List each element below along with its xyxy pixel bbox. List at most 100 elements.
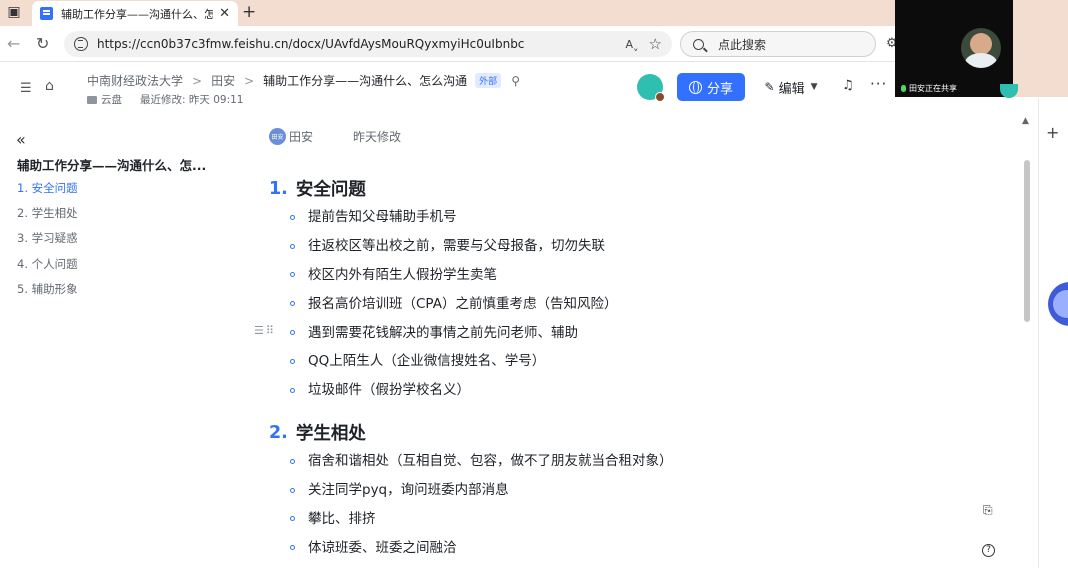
address-bar[interactable]: https://ccn0b37c3fmw.feishu.cn/docx/UAvf… [64, 31, 672, 57]
list-item-text: 宿舍和谐相处（互相自觉、包容，做不了朋友就当合租对象） [308, 453, 673, 470]
tab-strip-extension [1013, 0, 1068, 97]
breadcrumb-item[interactable]: 田安 [211, 72, 235, 89]
list-item-text: 垃圾邮件（假扮学校名义） [308, 382, 470, 399]
heading-number: 2. [269, 422, 288, 443]
toc-list: 1. 安全问题 2. 学生相处 3. 学习疑惑 4. 个人问题 5. 辅助形象 [17, 180, 78, 306]
toc-item[interactable]: 4. 个人问题 [17, 256, 78, 281]
external-badge: 外部 [475, 73, 502, 88]
bullet-icon [290, 301, 295, 307]
webcam-label-text: 田安正在共享 [909, 84, 957, 93]
bullet-icon [290, 458, 295, 464]
list-item-text: 校区内外有陌生人假扮学生卖笔 [308, 266, 497, 283]
pin-icon[interactable]: ⚲ [511, 74, 520, 88]
list-item-text: 遇到需要花钱解决的事情之前先问老师、辅助 [308, 324, 578, 341]
heading-number: 1. [269, 178, 288, 199]
list-item-text: 报名高价培训班（CPA）之前慎重考虑（告知风险） [308, 295, 618, 312]
author-row: 田安 田安 昨天修改 [269, 128, 401, 145]
folder-icon [87, 95, 97, 104]
star-icon[interactable]: ☆ [649, 35, 662, 53]
collapse-icon[interactable]: « [16, 130, 26, 149]
list-item: QQ上陌生人（企业微信搜姓名、学号） [290, 347, 617, 376]
last-modified: 最近修改: 昨天 09:11 [140, 94, 244, 106]
share-label: 分享 [706, 81, 733, 97]
search-input[interactable]: 点此搜索 [680, 31, 876, 57]
help-icon[interactable]: ? [982, 544, 995, 557]
bullet-icon [290, 487, 295, 493]
share-button[interactable]: 分享 [677, 73, 745, 101]
doc-title[interactable]: 辅助工作分享——沟通什么、怎么沟通 [263, 72, 467, 89]
scroll-up-icon[interactable]: ▲ [1022, 116, 1029, 126]
list-item: 攀比、排挤 [290, 505, 673, 534]
list-item-text: 体谅班委、班委之间融洽 [308, 539, 457, 556]
toc-item[interactable]: 2. 学生相处 [17, 205, 78, 230]
search-placeholder: 点此搜索 [718, 37, 767, 52]
toc-item[interactable]: 3. 学习疑惑 [17, 230, 78, 255]
bullet-icon [290, 214, 295, 220]
chevron-right-icon: > [244, 73, 255, 88]
bullet-icon [290, 330, 295, 336]
toc-item[interactable]: 1. 安全问题 [17, 180, 78, 205]
list-item: 宿舍和谐相处（互相自觉、包容，做不了朋友就当合租对象） [290, 447, 673, 476]
list-item-text: 提前告知父母辅助手机号 [308, 209, 457, 226]
doc-location[interactable]: 云盘 [101, 92, 122, 107]
list-item: 往返校区等出校之前，需要与父母报备，切勿失联 [290, 232, 617, 261]
webcam-label: 田安正在共享 [901, 83, 957, 94]
webcam-overlay: 田安正在共享 [895, 0, 1013, 97]
mic-icon [901, 85, 906, 92]
bullet-list: 提前告知父母辅助手机号 往返校区等出校之前，需要与父母报备，切勿失联 校区内外有… [290, 203, 617, 405]
doc-favicon-icon [40, 7, 53, 20]
section-heading: 2. 学生相处 [269, 420, 366, 445]
drag-handle-icon[interactable]: ☰⠿ [254, 324, 276, 337]
list-item-text: 往返校区等出校之前，需要与父母报备，切勿失联 [308, 238, 605, 255]
list-item: 提前告知父母辅助手机号 [290, 203, 617, 232]
list-item: 体谅班委、班委之间融洽 [290, 533, 673, 562]
bullet-icon [290, 516, 295, 522]
pen-icon: ✎ [764, 80, 775, 94]
heading-title: 安全问题 [295, 180, 366, 200]
avatar[interactable] [637, 74, 665, 102]
list-item: 遇到需要花钱解决的事情之前先问老师、辅助 [290, 318, 617, 347]
bullet-icon [290, 243, 295, 249]
edit-button[interactable]: ✎ 编辑 ▼ [757, 73, 825, 101]
doc-outline-icon[interactable]: ⎘ [983, 503, 993, 518]
right-sidebar [1038, 98, 1068, 568]
plus-icon[interactable]: + [242, 2, 256, 22]
home-icon[interactable]: ⌂ [45, 78, 54, 94]
window-icon[interactable]: ▣ [6, 4, 22, 20]
lock-icon[interactable] [74, 37, 88, 51]
scrollbar-thumb[interactable] [1024, 160, 1030, 322]
list-item-text: 攀比、排挤 [308, 510, 376, 527]
toc-title[interactable]: 辅助工作分享——沟通什么、怎... [17, 155, 217, 174]
breadcrumb-item[interactable]: 中南财经政法大学 [87, 72, 183, 89]
toc-toggle-icon[interactable]: ☰ [20, 81, 32, 96]
read-aloud-icon[interactable]: Aˬ [626, 38, 639, 51]
list-item-text: 关注同学pyq，询问班委内部消息 [308, 482, 509, 499]
chevron-down-icon: ▼ [810, 82, 818, 92]
author-name[interactable]: 田安 [289, 128, 313, 145]
doc-header: ☰ ⌂ 中南财经政法大学 > 田安 > 辅助工作分享——沟通什么、怎么沟通 外部… [0, 62, 1020, 112]
more-icon[interactable]: ··· [870, 75, 887, 93]
reload-icon[interactable]: ↻ [36, 34, 49, 53]
bullet-icon [290, 358, 295, 364]
bullet-icon [290, 545, 295, 551]
list-item: 垃圾邮件（假扮学校名义） [290, 376, 617, 405]
add-panel-icon[interactable]: + [1046, 123, 1059, 142]
bullet-list: 宿舍和谐相处（互相自觉、包容，做不了朋友就当合租对象） 关注同学pyq，询问班委… [290, 447, 673, 562]
list-item: 关注同学pyq，询问班委内部消息 [290, 476, 673, 505]
toc-item[interactable]: 5. 辅助形象 [17, 281, 78, 306]
globe-icon [688, 80, 702, 94]
browser-tab-active[interactable]: 辅助工作分享——沟通什么、怎么沟通 ✕ [32, 1, 238, 26]
bell-icon[interactable]: ♫ [842, 78, 854, 93]
back-icon[interactable]: ← [7, 34, 20, 53]
edit-time: 昨天修改 [353, 130, 402, 144]
author-avatar[interactable]: 田安 [269, 128, 286, 145]
webcam-person [961, 28, 1001, 68]
breadcrumb: 中南财经政法大学 > 田安 > 辅助工作分享——沟通什么、怎么沟通 外部 ⚲ [87, 72, 520, 89]
doc-meta: 云盘 最近修改: 昨天 09:11 [87, 92, 243, 107]
url-text[interactable]: https://ccn0b37c3fmw.feishu.cn/docx/UAvf… [97, 37, 626, 51]
chevron-right-icon: > [192, 73, 203, 88]
close-icon[interactable]: ✕ [219, 6, 230, 21]
list-item: 校区内外有陌生人假扮学生卖笔 [290, 261, 617, 290]
bullet-icon [290, 387, 295, 393]
section-heading: 1. 安全问题 [269, 176, 366, 201]
